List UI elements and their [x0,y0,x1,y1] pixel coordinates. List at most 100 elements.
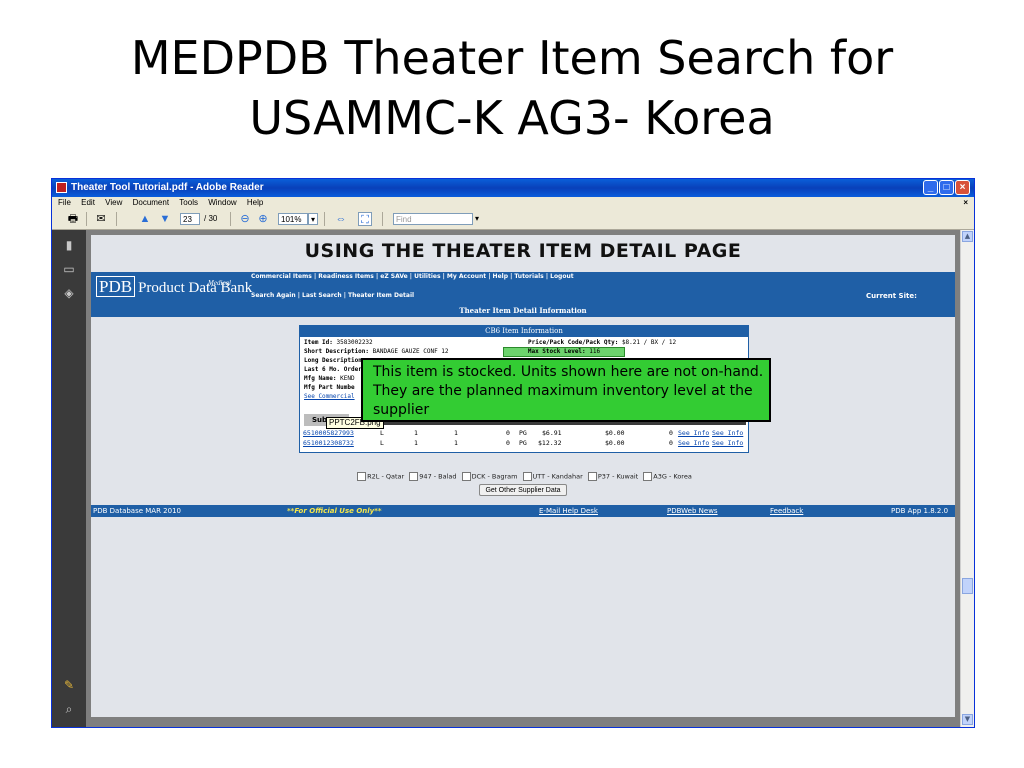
email-icon[interactable]: ✉ [94,212,108,226]
window-titlebar[interactable]: Theater Tool Tutorial.pdf - Adobe Reader… [52,179,974,197]
pages-icon[interactable]: ▮ [61,238,77,252]
see-commercial-link[interactable]: See Commercial [304,393,355,400]
table-cell: L [380,429,384,437]
site-checkbox[interactable] [357,472,367,481]
fit-width-icon[interactable]: ⇔ [334,212,348,226]
table-row: 6510012308732 L 1 1 0 PG $12.32 $0.00 0 … [300,438,748,448]
zoom-in-icon[interactable]: ⊕ [256,212,270,226]
scroll-down-icon[interactable]: ▼ [962,714,973,725]
toolbar-separator [116,212,117,226]
table-row: 6510005827993 L 1 1 0 PG $6.91 $0.00 0 S… [300,428,748,438]
layers-icon[interactable]: ◈ [61,286,77,300]
scroll-up-icon[interactable]: ▲ [962,231,973,242]
table-cell: 1 [454,439,458,447]
minimize-icon[interactable]: _ [923,180,938,195]
pdb-logo-text: Product Data Bank [138,280,253,296]
short-desc-label: Short Description: [304,348,370,355]
fit-page-icon[interactable]: ⛶ [358,212,372,226]
scroll-thumb[interactable] [962,578,973,594]
detail-header: Theater Item Detail Information [91,304,955,317]
last-6-mo-label: Last 6 Mo. Order [304,366,362,373]
pdb-header-bar: PDB Product Data Bank Medical Commercial … [91,272,955,304]
menu-file[interactable]: File [58,198,71,207]
find-dropdown-icon[interactable]: ▾ [475,213,479,225]
document-close-icon[interactable]: × [963,197,968,209]
mfg-part-label: Mfg Part Numbe [304,384,355,391]
zoom-out-icon[interactable]: ⊖ [238,212,252,226]
see-info-link[interactable]: See Info [678,428,709,438]
page-footer: PDB Database MAR 2010 **For Official Use… [91,505,955,517]
table-cell: 1 [454,429,458,437]
table-cell: 0 [506,439,510,447]
search-nav[interactable]: Search Again | Last Search | Theater Ite… [251,292,414,299]
pdf-page: USING THE THEATER ITEM DETAIL PAGE PDB Pr… [91,235,955,717]
short-desc-value: BANDAGE GAUZE CONF 12 [372,348,449,355]
item-id-label: Item Id: [304,339,333,346]
site-label: DCK - Bagram [471,472,518,481]
mfg-name-value: KEND [340,375,355,382]
site-checkbox[interactable] [409,472,419,481]
menu-view[interactable]: View [105,198,122,207]
see-info-link[interactable]: See Info [678,438,709,448]
toolbar-separator [230,212,231,226]
email-help-desk-link[interactable]: E-Mail Help Desk [539,505,598,517]
maximize-icon[interactable]: □ [939,180,954,195]
commercial-nav[interactable]: Commercial Items | Readiness Items | eZ … [251,273,574,280]
table-cell: 1 [414,429,418,437]
see-info-link[interactable]: See Info [712,438,743,448]
banner-title: USING THE THEATER ITEM DETAIL PAGE [304,240,742,262]
see-info-link[interactable]: See Info [712,428,743,438]
pdbweb-news-link[interactable]: PDBWeb News [667,505,718,517]
site-label: A3G - Korea [653,472,692,481]
toolbar: 🖶 ✉ ▲ ▼ 23 / 30 ⊖ ⊕ 101% ▾ ⇔ ⛶ Find ▾ [52,209,974,230]
print-icon[interactable]: 🖶 [66,212,80,226]
attachments-icon[interactable]: ⌕ [61,702,77,716]
site-checkbox[interactable] [587,472,597,481]
feedback-link[interactable]: Feedback [770,505,803,517]
menu-tools[interactable]: Tools [179,198,198,207]
nsn-link[interactable]: 6510005827993 [303,428,354,438]
table-cell: PG [519,439,527,447]
close-icon[interactable]: × [955,180,970,195]
menu-document[interactable]: Document [133,198,169,207]
item-id-value: 3583002232 [336,339,373,346]
site-checkbox[interactable] [461,472,471,481]
pdb-logo-mark: PDB [96,276,136,297]
page-number-input[interactable]: 23 [180,213,200,225]
menu-edit[interactable]: Edit [81,198,95,207]
find-input[interactable]: Find [393,213,473,225]
stocked-callout: This item is stocked. Units shown here a… [361,358,771,422]
mfg-name-label: Mfg Name: [304,375,337,382]
table-cell: L [380,439,384,447]
chevron-down-icon[interactable]: ▾ [308,213,318,225]
site-checkbox[interactable] [643,472,653,481]
official-use-notice: **For Official Use Only** [287,507,382,515]
current-site-label: Current Site: [866,292,917,300]
info-box-header: CB6 Item Information [300,326,748,337]
zoom-select[interactable]: 101% [278,213,308,225]
comments-icon[interactable]: ✎ [61,678,77,692]
site-label: P37 - Kuwait [597,472,639,481]
max-stock-badge: Max Stock Level: 116 [503,347,625,357]
adobe-reader-icon [56,182,67,193]
bookmarks-icon[interactable]: ▭ [61,262,77,276]
toolbar-separator [382,212,383,226]
table-cell: $0.00 [605,439,625,447]
slide-title-line1: MEDPDB Theater Item Search for [130,31,894,85]
previous-page-icon[interactable]: ▲ [138,212,152,226]
database-date: PDB Database MAR 2010 [93,507,181,515]
menu-window[interactable]: Window [208,198,236,207]
max-stock-value: 116 [589,348,601,355]
slide-title: MEDPDB Theater Item Search for USAMMC-K … [0,28,1024,148]
nsn-link[interactable]: 6510012308732 [303,438,354,448]
menu-help[interactable]: Help [247,198,263,207]
table-cell: 0 [506,429,510,437]
site-label: 947 - Balad [419,472,457,481]
toolbar-separator [324,212,325,226]
slide-title-line2: USAMMC-K AG3- Korea [249,91,775,145]
site-checkbox[interactable] [522,472,532,481]
vertical-scrollbar[interactable]: ▲ ▼ [960,230,974,727]
next-page-icon[interactable]: ▼ [158,212,172,226]
get-supplier-data-button[interactable]: Get Other Supplier Data [479,484,567,496]
site-label: UTT - Kandahar [532,472,583,481]
